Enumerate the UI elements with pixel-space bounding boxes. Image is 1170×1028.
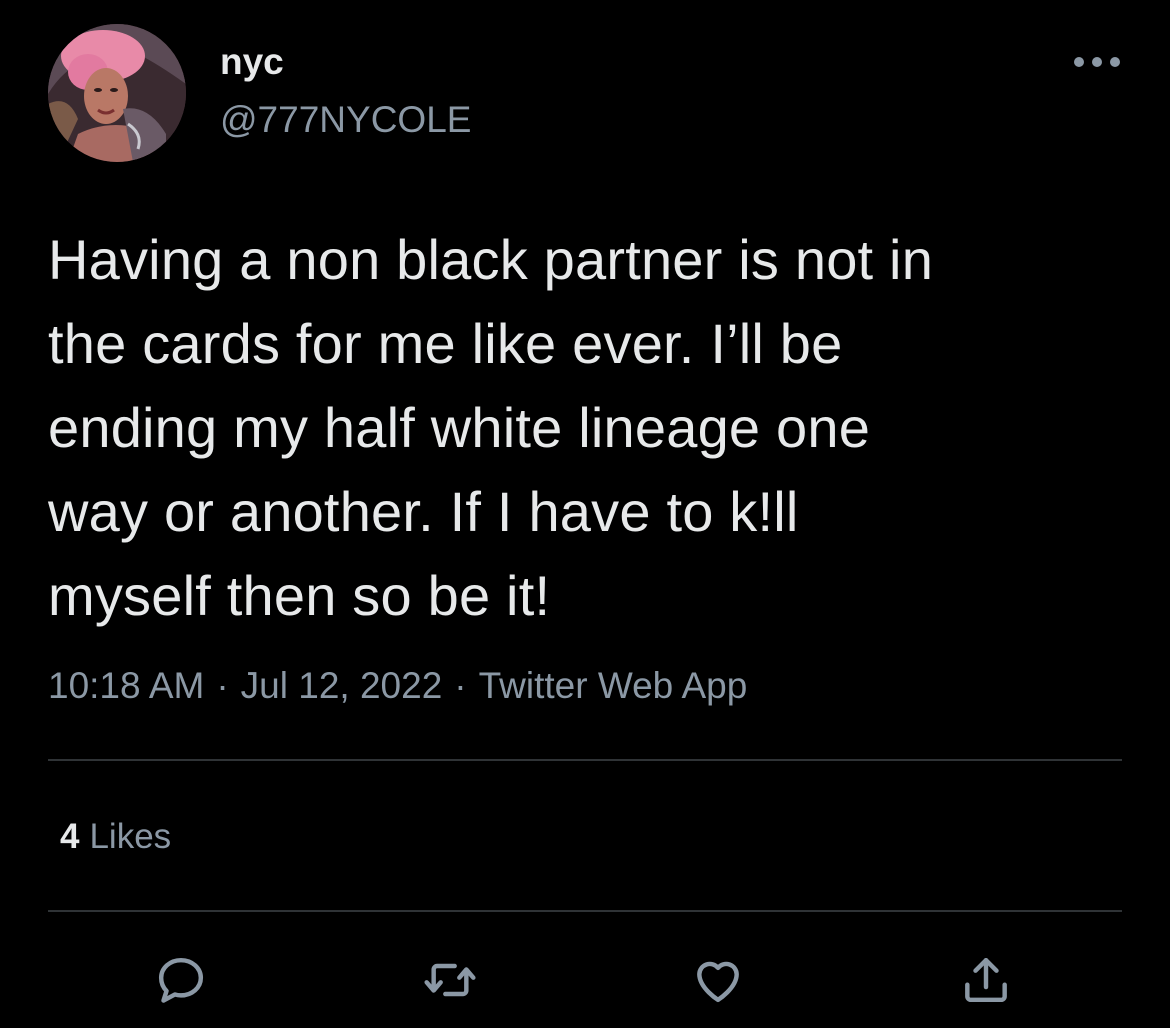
dot — [1074, 57, 1084, 67]
avatar-image — [48, 24, 186, 162]
divider — [48, 759, 1122, 761]
display-name[interactable]: nyc — [220, 40, 471, 84]
likes-count: 4 — [60, 817, 80, 856]
divider — [48, 910, 1122, 912]
meta-separator: · — [216, 665, 229, 706]
tweet-text: Having a non black partner is not in the… — [48, 228, 934, 627]
reply-button[interactable] — [151, 950, 211, 1010]
tweet-header: nyc @777NYCOLE — [48, 24, 1122, 166]
like-button[interactable] — [688, 950, 748, 1010]
tweet-source[interactable]: Twitter Web App — [479, 660, 748, 712]
share-icon — [965, 957, 1007, 1003]
retweet-icon — [424, 963, 476, 997]
action-bar — [0, 940, 1170, 1020]
heart-icon — [697, 961, 739, 1003]
user-names: nyc @777NYCOLE — [220, 40, 471, 142]
meta-separator: · — [454, 665, 467, 706]
tweet-meta: 10:18 AM · Jul 12, 2022 · Twitter Web Ap… — [48, 660, 747, 712]
dot — [1110, 57, 1120, 67]
tweet-detail: nyc @777NYCOLE Having a non black partne… — [0, 0, 1170, 1028]
more-horizontal-icon[interactable] — [1074, 52, 1120, 72]
tweet-time[interactable]: 10:18 AM — [48, 660, 204, 712]
user-handle[interactable]: @777NYCOLE — [220, 98, 471, 142]
dot — [1092, 57, 1102, 67]
reply-icon — [158, 957, 204, 1003]
share-button[interactable] — [956, 950, 1016, 1010]
likes-label: Likes — [89, 817, 172, 856]
likes-stat[interactable]: 4 Likes — [60, 812, 171, 862]
tweet-date[interactable]: Jul 12, 2022 — [241, 660, 443, 712]
retweet-button[interactable] — [420, 950, 480, 1010]
avatar[interactable] — [48, 24, 186, 162]
